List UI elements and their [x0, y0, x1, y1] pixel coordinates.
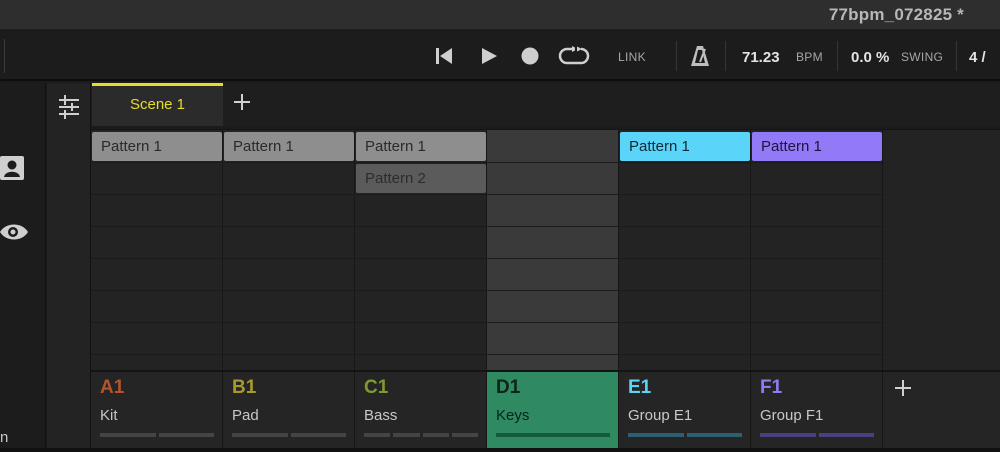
link-button[interactable]: LINK [618, 50, 646, 64]
add-scene-button[interactable] [231, 91, 253, 113]
time-signature[interactable]: 4 / [969, 49, 986, 66]
group-name: Group E1 [628, 407, 693, 424]
mixer-toggle-button[interactable] [56, 94, 82, 125]
arranger-tool-column [47, 83, 91, 452]
group-a1[interactable]: A1 Kit [91, 372, 223, 450]
group-strip: A1 Kit B1 Pad C1 Bass D1 Keys E1 Group E… [91, 370, 1000, 450]
group-name: Group F1 [760, 407, 824, 424]
left-panel-partial-label: n [0, 429, 9, 446]
group-level-bars [100, 433, 214, 437]
group-column-e [619, 130, 751, 371]
metronome-button[interactable] [688, 43, 712, 69]
group-f1[interactable]: F1 Group F1 [751, 372, 883, 450]
mixer-icon [59, 95, 79, 119]
pattern-slot[interactable]: Pattern 1 [224, 132, 354, 161]
group-id: F1 [760, 377, 783, 398]
metronome-icon [691, 46, 709, 66]
group-level-bars [760, 433, 874, 437]
eye-icon [0, 224, 28, 240]
add-group-button[interactable] [892, 377, 914, 399]
group-name: Kit [100, 407, 118, 424]
pattern-slot[interactable]: Pattern 2 [356, 164, 486, 193]
grid-row-line [91, 258, 884, 259]
grid-row-line [91, 194, 884, 195]
grid-row-line [91, 322, 884, 323]
grid-row-line [91, 354, 884, 355]
user-button[interactable] [0, 155, 26, 181]
grid-row-line [91, 226, 884, 227]
group-e1[interactable]: E1 Group E1 [619, 372, 751, 450]
grid-row-line [91, 162, 884, 163]
group-level-bars [232, 433, 346, 437]
separator [725, 41, 726, 71]
group-id: E1 [628, 377, 652, 398]
pattern-slot[interactable]: Pattern 1 [752, 132, 882, 161]
loop-button[interactable] [557, 43, 591, 69]
plus-icon [895, 380, 911, 396]
group-id: A1 [100, 377, 125, 398]
left-panel: n [0, 83, 46, 452]
tempo-unit: BPM [796, 50, 823, 64]
transport-bar: LINK 71.23 BPM 0.0 % SWING 4 / [0, 31, 1000, 81]
group-column-b [223, 130, 355, 371]
group-id: D1 [496, 377, 521, 398]
play-icon [482, 48, 497, 64]
group-id: B1 [232, 377, 257, 398]
pattern-slot[interactable]: Pattern 1 [620, 132, 750, 161]
grid-row-line [91, 290, 884, 291]
swing-label: SWING [901, 50, 944, 64]
separator [676, 41, 677, 71]
pattern-slot[interactable]: Pattern 1 [92, 132, 222, 161]
scene-bar: Scene 1 [91, 83, 1000, 126]
group-name: Pad [232, 407, 259, 424]
group-b1[interactable]: B1 Pad [223, 372, 355, 450]
group-column-f [751, 130, 883, 371]
loop-icon [558, 46, 590, 65]
pattern-grid: Pattern 1 Pattern 1 Pattern 1 Pattern 2 … [91, 129, 1000, 371]
group-level-bars [496, 433, 610, 437]
group-column-d [487, 130, 619, 371]
separator [837, 41, 838, 71]
tempo-value[interactable]: 71.23 [742, 49, 780, 66]
play-button[interactable] [478, 43, 500, 69]
transport-left-edge [0, 39, 5, 73]
group-column-a [91, 130, 223, 371]
plus-icon [234, 94, 250, 110]
group-level-bars [628, 433, 742, 437]
title-bar: 77bpm_072825 * [0, 0, 1000, 30]
scene-tab-label: Scene 1 [129, 96, 186, 113]
group-d1[interactable]: D1 Keys [487, 372, 619, 450]
record-icon [521, 47, 539, 65]
separator [956, 41, 957, 71]
visibility-button[interactable] [0, 222, 28, 242]
scene-tab[interactable]: Scene 1 [92, 83, 223, 126]
skip-back-icon [436, 48, 452, 64]
user-icon [0, 156, 24, 180]
group-c1[interactable]: C1 Bass [355, 372, 487, 450]
record-button[interactable] [519, 43, 541, 69]
group-name: Keys [496, 407, 530, 424]
window-title: 77bpm_072825 * [828, 5, 964, 24]
group-level-bars [364, 433, 478, 437]
swing-value[interactable]: 0.0 % [851, 49, 889, 66]
skip-to-start-button[interactable] [433, 43, 455, 69]
pattern-slot[interactable]: Pattern 1 [356, 132, 486, 161]
group-id: C1 [364, 377, 389, 398]
bottom-edge [0, 448, 1000, 452]
group-name: Bass [364, 407, 398, 424]
